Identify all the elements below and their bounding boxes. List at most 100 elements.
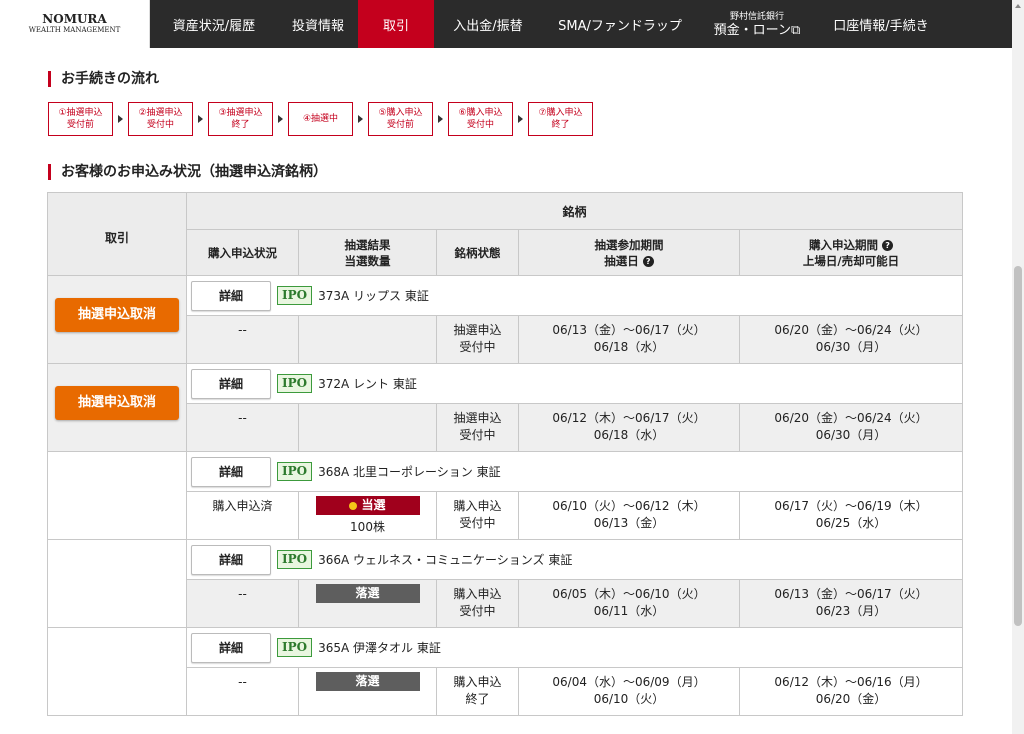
flow-step-6: ⑥購入申込 受付中 <box>448 102 513 136</box>
nav-trade[interactable]: 取引 <box>358 0 434 48</box>
listing-date-text: 06/30（月） <box>815 428 887 442</box>
step-label: ②抽選申込 <box>138 108 183 118</box>
detail-button[interactable]: 詳細 <box>191 456 271 487</box>
purchase-status: -- <box>186 667 299 716</box>
step-label: ④抽選中 <box>302 114 339 124</box>
nav-bank-loan[interactable]: 野村信託銀行 預金・ローン⧉ <box>698 0 816 48</box>
lottery-period-text: 06/13（金）～06/17（火） <box>552 323 706 337</box>
scroll-up-arrow-icon[interactable] <box>1015 4 1021 8</box>
detail-button[interactable]: 詳細 <box>191 280 271 311</box>
arrow-right-icon <box>118 115 123 123</box>
issue-name-cell: 詳細 IPO 372A レント 東証 <box>185 363 964 404</box>
issue-name-cell: 詳細 IPO 373A リップス 東証 <box>185 275 964 316</box>
header-result-l2: 当選数量 <box>344 253 391 268</box>
logo-line1: NOMURA <box>42 12 107 26</box>
purchase-period-text: 06/17（火）～06/19（木） <box>774 499 928 513</box>
issue-name-cell: 詳細 IPO 368A 北里コーポレーション 東証 <box>185 451 964 492</box>
ipo-badge: IPO <box>277 462 313 481</box>
step-sublabel: 終了 <box>231 120 250 130</box>
flow-step-3: ③抽選申込終了 <box>208 102 273 136</box>
stock-name-link[interactable]: 366A ウェルネス・コミュニケーションズ 東証 <box>318 553 572 567</box>
flow-section-title: お手続きの流れ <box>48 71 159 87</box>
purchase-period: 06/13（金）～06/17（火） 06/23（月） <box>738 579 964 628</box>
header-issue-state: 銘柄状態 <box>436 229 519 276</box>
detail-button[interactable]: 詳細 <box>191 368 271 399</box>
state-line2: 受付中 <box>459 428 496 442</box>
scrollbar-thumb[interactable] <box>1014 266 1022 626</box>
detail-button[interactable]: 詳細 <box>191 632 271 663</box>
nav-bank-main: 預金・ローン⧉ <box>713 23 801 38</box>
application-status-table: 取引 銘柄 購入申込状況 抽選結果 当選数量 銘柄状態 抽選参加期間 抽選日 ? 購… <box>47 192 964 716</box>
step-label: ⑤購入申込 <box>378 108 423 118</box>
ipo-badge: IPO <box>277 286 313 305</box>
lottery-period: 06/05（木）～06/10（火） 06/11（水） <box>518 579 740 628</box>
issue-state: 購入申込 終了 <box>436 667 519 716</box>
logo-line2: WEALTH MANAGEMENT <box>28 26 121 34</box>
step-label: ⑦購入申込 <box>538 108 583 118</box>
listing-date-text: 06/20（金） <box>815 692 887 706</box>
nav-account-procedures[interactable]: 口座情報/手続き <box>816 0 946 48</box>
trade-cell: 抽選申込取消 <box>47 275 187 364</box>
nav-assets[interactable]: 資産状況/履歴 <box>150 0 278 48</box>
stock-name-link[interactable]: 372A レント 東証 <box>318 377 417 391</box>
step-sublabel: 受付中 <box>146 120 174 130</box>
stock-name-link[interactable]: 365A 伊澤タオル 東証 <box>318 641 441 655</box>
help-icon[interactable]: ? <box>642 255 654 267</box>
nomura-logo[interactable]: NOMURA WEALTH MANAGEMENT <box>0 0 150 48</box>
purchase-period-text: 06/12（木）～06/16（月） <box>774 675 928 689</box>
lottery-date-text: 06/18（水） <box>593 428 665 442</box>
purchase-period: 06/20（金）～06/24（火） 06/30（月） <box>738 315 964 364</box>
ipo-badge: IPO <box>277 638 313 657</box>
purchase-period: 06/20（金）～06/24（火） 06/30（月） <box>738 403 964 452</box>
help-icon[interactable]: ? <box>882 239 894 251</box>
medal-icon <box>349 501 358 510</box>
cancel-lottery-button[interactable]: 抽選申込取消 <box>55 386 179 420</box>
header-result: 抽選結果 当選数量 <box>298 229 437 276</box>
trade-cell: 抽選申込取消 <box>47 363 187 452</box>
purchase-status: -- <box>186 579 299 628</box>
state-line1: 購入申込 <box>453 675 502 689</box>
ipo-badge: IPO <box>277 374 313 393</box>
nav-deposit-transfer[interactable]: 入出金/振替 <box>434 0 542 48</box>
stock-name-link[interactable]: 373A リップス 東証 <box>318 289 429 303</box>
lottery-period: 06/04（水）～06/09（月） 06/10（火） <box>518 667 740 716</box>
top-nav: NOMURA WEALTH MANAGEMENT 資産状況/履歴 投資情報 取引… <box>0 0 1012 48</box>
header-purchase-l1: 購入申込期間 <box>809 237 878 252</box>
state-line2: 終了 <box>465 692 490 706</box>
lottery-result: 落選 <box>298 667 437 716</box>
step-sublabel: 受付前 <box>386 120 414 130</box>
header-purchase-period: 購入申込期間 ? 上場日/売却可能日 <box>738 229 964 276</box>
purchase-period: 06/12（木）～06/16（月） 06/20（金） <box>738 667 964 716</box>
issue-state: 抽選申込 受付中 <box>436 403 519 452</box>
header-result-l1: 抽選結果 <box>344 237 391 252</box>
stock-name-link[interactable]: 368A 北里コーポレーション 東証 <box>318 465 501 479</box>
lottery-result <box>298 315 437 364</box>
flow-step-2: ②抽選申込受付中 <box>128 102 193 136</box>
lottery-result <box>298 403 437 452</box>
nav-investment-info[interactable]: 投資情報 <box>278 0 358 48</box>
listing-date-text: 06/25（水） <box>815 516 887 530</box>
purchase-period-text: 06/13（金）～06/17（火） <box>774 587 928 601</box>
page-scrollbar[interactable] <box>1012 0 1024 734</box>
arrow-right-icon <box>278 115 283 123</box>
arrow-right-icon <box>518 115 523 123</box>
lottery-date-text: 06/13（金） <box>593 516 665 530</box>
issue-state: 抽選申込 受付中 <box>436 315 519 364</box>
arrow-right-icon <box>198 115 203 123</box>
cancel-lottery-button[interactable]: 抽選申込取消 <box>55 298 179 332</box>
listing-date-text: 06/30（月） <box>815 340 887 354</box>
lose-badge: 落選 <box>315 584 420 603</box>
step-sublabel: 受付前 <box>66 120 94 130</box>
listing-date-text: 06/23（月） <box>815 604 887 618</box>
header-purchase-status: 購入申込状況 <box>186 229 299 276</box>
step-label: ③抽選申込 <box>218 108 263 118</box>
nav-bank-sub: 野村信託銀行 <box>729 12 784 22</box>
procedure-flow: ①抽選申込 受付前 ②抽選申込 受付中 ③抽選申込 終了 ④抽選中 ⑤購入申込 受付前 … <box>48 102 593 136</box>
header-lottery-l2: 抽選日 <box>604 253 639 268</box>
purchase-status: -- <box>186 403 299 452</box>
nav-sma-fundwrap[interactable]: SMA/ファンドラップ <box>542 0 698 48</box>
lose-badge: 落選 <box>315 672 420 691</box>
state-line1: 抽選申込 <box>453 323 502 337</box>
detail-button[interactable]: 詳細 <box>191 544 271 575</box>
lottery-period-text: 06/10（火）～06/12（木） <box>552 499 706 513</box>
